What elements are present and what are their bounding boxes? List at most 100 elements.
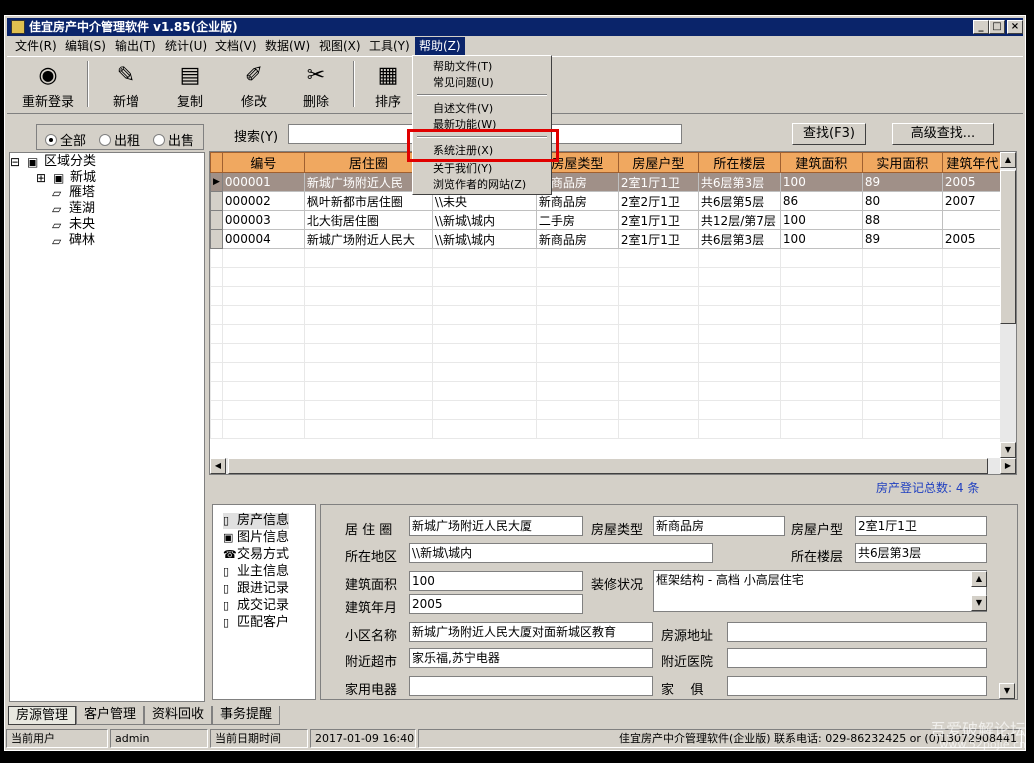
category-house-info[interactable]: ▯ 房产信息 (223, 513, 290, 529)
menu-file[interactable]: 文件(R) (11, 37, 61, 55)
relogin-button[interactable]: ◉ 重新登录 (15, 59, 81, 110)
cell-build-area[interactable]: 100 (779, 172, 863, 192)
field-type[interactable]: 新商品房 (653, 516, 785, 536)
scroll-left-arrow-icon[interactable]: ◀ (210, 458, 226, 474)
find-button[interactable]: 查找(F3) (792, 123, 866, 145)
cell-id[interactable]: 000004 (221, 229, 305, 249)
maximize-button[interactable]: □ (989, 20, 1005, 34)
cell-build-area[interactable]: 100 (779, 229, 863, 249)
menu-docs[interactable]: 文档(V) (211, 37, 261, 55)
field-circle[interactable]: 新城广场附近人民大厦 (409, 516, 583, 536)
col-layout[interactable]: 房屋户型 (617, 152, 699, 173)
menu-help-file[interactable]: 帮助文件(T) (433, 59, 492, 74)
tree-item-weiyang[interactable]: ▱ 未央 (52, 217, 95, 233)
field-decor[interactable]: 框架结构 - 高档 小高层住宅 (653, 570, 987, 612)
tab-recycle[interactable]: 资料回收 (144, 706, 212, 725)
delete-button[interactable]: ✂ 删除 (283, 59, 349, 110)
advanced-search-button[interactable]: 高级查找... (892, 123, 994, 145)
menu-help[interactable]: 帮助(Z) (415, 37, 465, 55)
category-trade[interactable]: ☎交易方式 (223, 547, 289, 563)
cell-id[interactable]: 000003 (221, 210, 305, 230)
cell-type[interactable]: 新商品房 (535, 229, 619, 249)
cell-id[interactable]: 000002 (221, 191, 305, 211)
tree-item-beilin[interactable]: ▱ 碑林 (52, 233, 95, 249)
menu-faq[interactable]: 常见问题(U) (433, 75, 494, 90)
menu-output[interactable]: 输出(T) (111, 37, 160, 55)
menu-edit[interactable]: 编辑(S) (61, 37, 110, 55)
radio-sell[interactable]: 出售 (153, 130, 194, 149)
col-id[interactable]: 编号 (221, 152, 305, 173)
cell-circle[interactable]: 北大街居住圈 (303, 210, 433, 230)
cell-year[interactable] (941, 210, 1003, 230)
cell-layout[interactable]: 2室1厅1卫 (617, 229, 699, 249)
menu-data[interactable]: 数据(W) (261, 37, 314, 55)
scroll-up-arrow-icon[interactable]: ▲ (1000, 152, 1016, 168)
menu-view[interactable]: 视图(X) (315, 37, 365, 55)
field-appliance[interactable] (409, 676, 653, 696)
category-owner[interactable]: ▯ 业主信息 (223, 564, 289, 580)
cell-year[interactable]: 2007 (941, 191, 1003, 211)
category-pictures[interactable]: ▣ 图片信息 (223, 530, 289, 546)
table-row[interactable]: 000003 北大街居住圈 \\新城\城内 二手房 2室1厅1卫 共12层/第7层 100 8… (210, 210, 1003, 230)
cell-floor[interactable]: 共12层/第7层 (697, 210, 781, 230)
copy-button[interactable]: ▤ 复制 (157, 59, 223, 110)
tab-clients[interactable]: 客户管理 (76, 706, 144, 725)
cell-build-area[interactable]: 86 (779, 191, 863, 211)
cell-build-area[interactable]: 100 (779, 210, 863, 230)
table-row[interactable]: 000004 新城广场附近人民大 \\新城\城内 新商品房 2室1厅1卫 共6层第3层 10… (210, 229, 1003, 249)
cell-floor[interactable]: 共6层第3层 (697, 172, 781, 192)
menu-readme[interactable]: 自述文件(V) (433, 101, 493, 116)
field-estate[interactable]: 新城广场附近人民大厦对面新城区教育 (409, 622, 653, 642)
cell-layout[interactable]: 2室2厅1卫 (617, 191, 699, 211)
menu-author-site[interactable]: 浏览作者的网站(Z) (433, 177, 526, 192)
scroll-down-arrow-icon[interactable]: ▼ (1000, 442, 1016, 458)
table-row[interactable]: ▶ 000001 新城广场附近人民 新商品房 2室1厅1卫 共6层第3层 100 89 2005 (210, 172, 1003, 192)
cell-usable-area[interactable]: 89 (861, 172, 943, 192)
cell-usable-area[interactable]: 88 (861, 210, 943, 230)
field-furniture[interactable] (727, 676, 987, 696)
cell-usable-area[interactable]: 89 (861, 229, 943, 249)
decor-scroll-down-icon[interactable]: ▼ (971, 595, 987, 611)
cell-layout[interactable]: 2室1厅1卫 (617, 172, 699, 192)
category-followup[interactable]: ▯ 跟进记录 (223, 581, 289, 597)
cell-region[interactable]: \\新城\城内 (431, 210, 537, 230)
tree-item-yanta[interactable]: ▱ 雁塔 (52, 185, 95, 201)
field-year[interactable]: 2005 (409, 594, 583, 614)
cell-floor[interactable]: 共6层第5层 (697, 191, 781, 211)
radio-all[interactable]: 全部 (45, 130, 86, 149)
category-deals[interactable]: ▯ 成交记录 (223, 598, 289, 614)
field-floor[interactable]: 共6层第3层 (855, 543, 987, 563)
cell-type[interactable]: 二手房 (535, 210, 619, 230)
cell-year[interactable]: 2005 (941, 229, 1003, 249)
field-area[interactable]: \\新城\城内 (409, 543, 713, 563)
decor-scroll-up-icon[interactable]: ▲ (971, 571, 987, 587)
field-market[interactable]: 家乐福,苏宁电器 (409, 648, 653, 668)
edit-button[interactable]: ✐ 修改 (221, 59, 287, 110)
tree-item-xincheng[interactable]: ⊞ ▣ 新城 (36, 170, 96, 186)
col-year[interactable]: 建筑年代 (941, 152, 1003, 173)
cell-year[interactable]: 2005 (941, 172, 1003, 192)
tree-item-lianhu[interactable]: ▱ 莲湖 (52, 201, 95, 217)
tab-listings[interactable]: 房源管理 (8, 706, 76, 725)
field-address[interactable] (727, 622, 987, 642)
tree-root[interactable]: ⊟ ▣ 区域分类 (10, 154, 96, 170)
cell-usable-area[interactable]: 80 (861, 191, 943, 211)
add-button[interactable]: ✎ 新增 (93, 59, 159, 110)
cell-region[interactable]: \\新城\城内 (431, 229, 537, 249)
cell-layout[interactable]: 2室1厅1卫 (617, 210, 699, 230)
table-row[interactable]: 000002 枫叶新都市居住圈 \\未央 新商品房 2室2厅1卫 共6层第5层 86 80 20… (210, 191, 1003, 211)
menu-tools[interactable]: 工具(Y) (365, 37, 414, 55)
minimize-button[interactable]: _ (973, 20, 989, 34)
cell-circle[interactable]: 新城广场附近人民大 (303, 229, 433, 249)
tab-reminders[interactable]: 事务提醒 (212, 706, 280, 725)
table-horizontal-scrollbar[interactable]: ◀ ▶ (210, 458, 1016, 474)
col-usable-area[interactable]: 实用面积 (861, 152, 943, 173)
menu-about[interactable]: 关于我们(Y) (433, 161, 492, 176)
cell-id[interactable]: 000001 (221, 172, 305, 192)
table-vertical-scrollbar[interactable]: ▲ ▼ (1000, 152, 1016, 458)
scroll-thumb[interactable] (1000, 170, 1016, 324)
scroll-right-arrow-icon[interactable]: ▶ (1000, 458, 1016, 474)
field-layout[interactable]: 2室1厅1卫 (855, 516, 987, 536)
hscroll-thumb[interactable] (228, 458, 988, 474)
field-hospital[interactable] (727, 648, 987, 668)
